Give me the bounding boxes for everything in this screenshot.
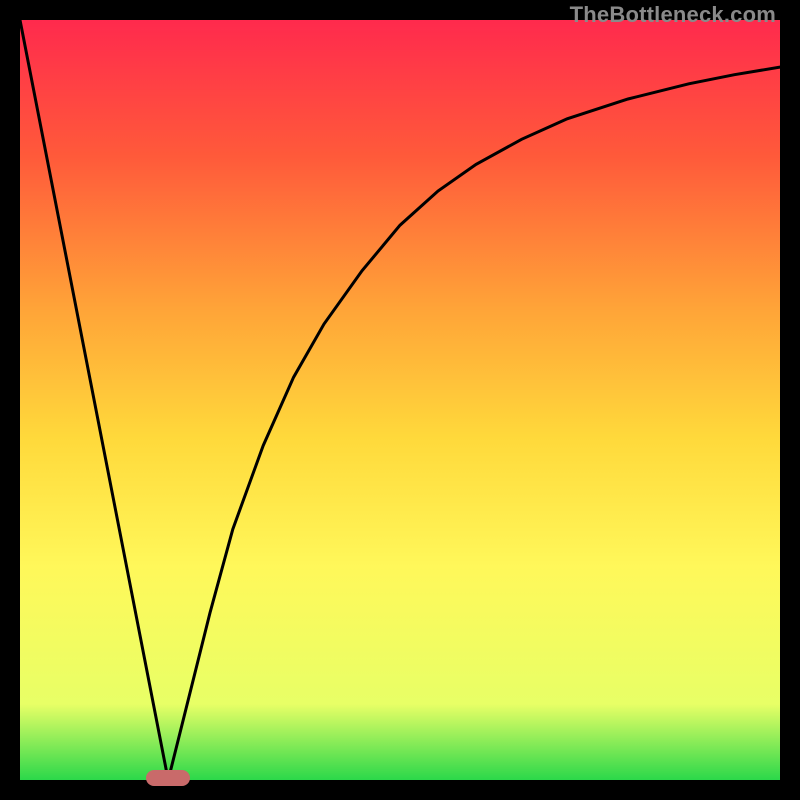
gradient-bg — [20, 20, 780, 780]
watermark-text: TheBottleneck.com — [570, 2, 776, 28]
chart-plot — [20, 20, 780, 780]
chart-frame — [20, 20, 780, 780]
min-marker — [146, 770, 190, 786]
